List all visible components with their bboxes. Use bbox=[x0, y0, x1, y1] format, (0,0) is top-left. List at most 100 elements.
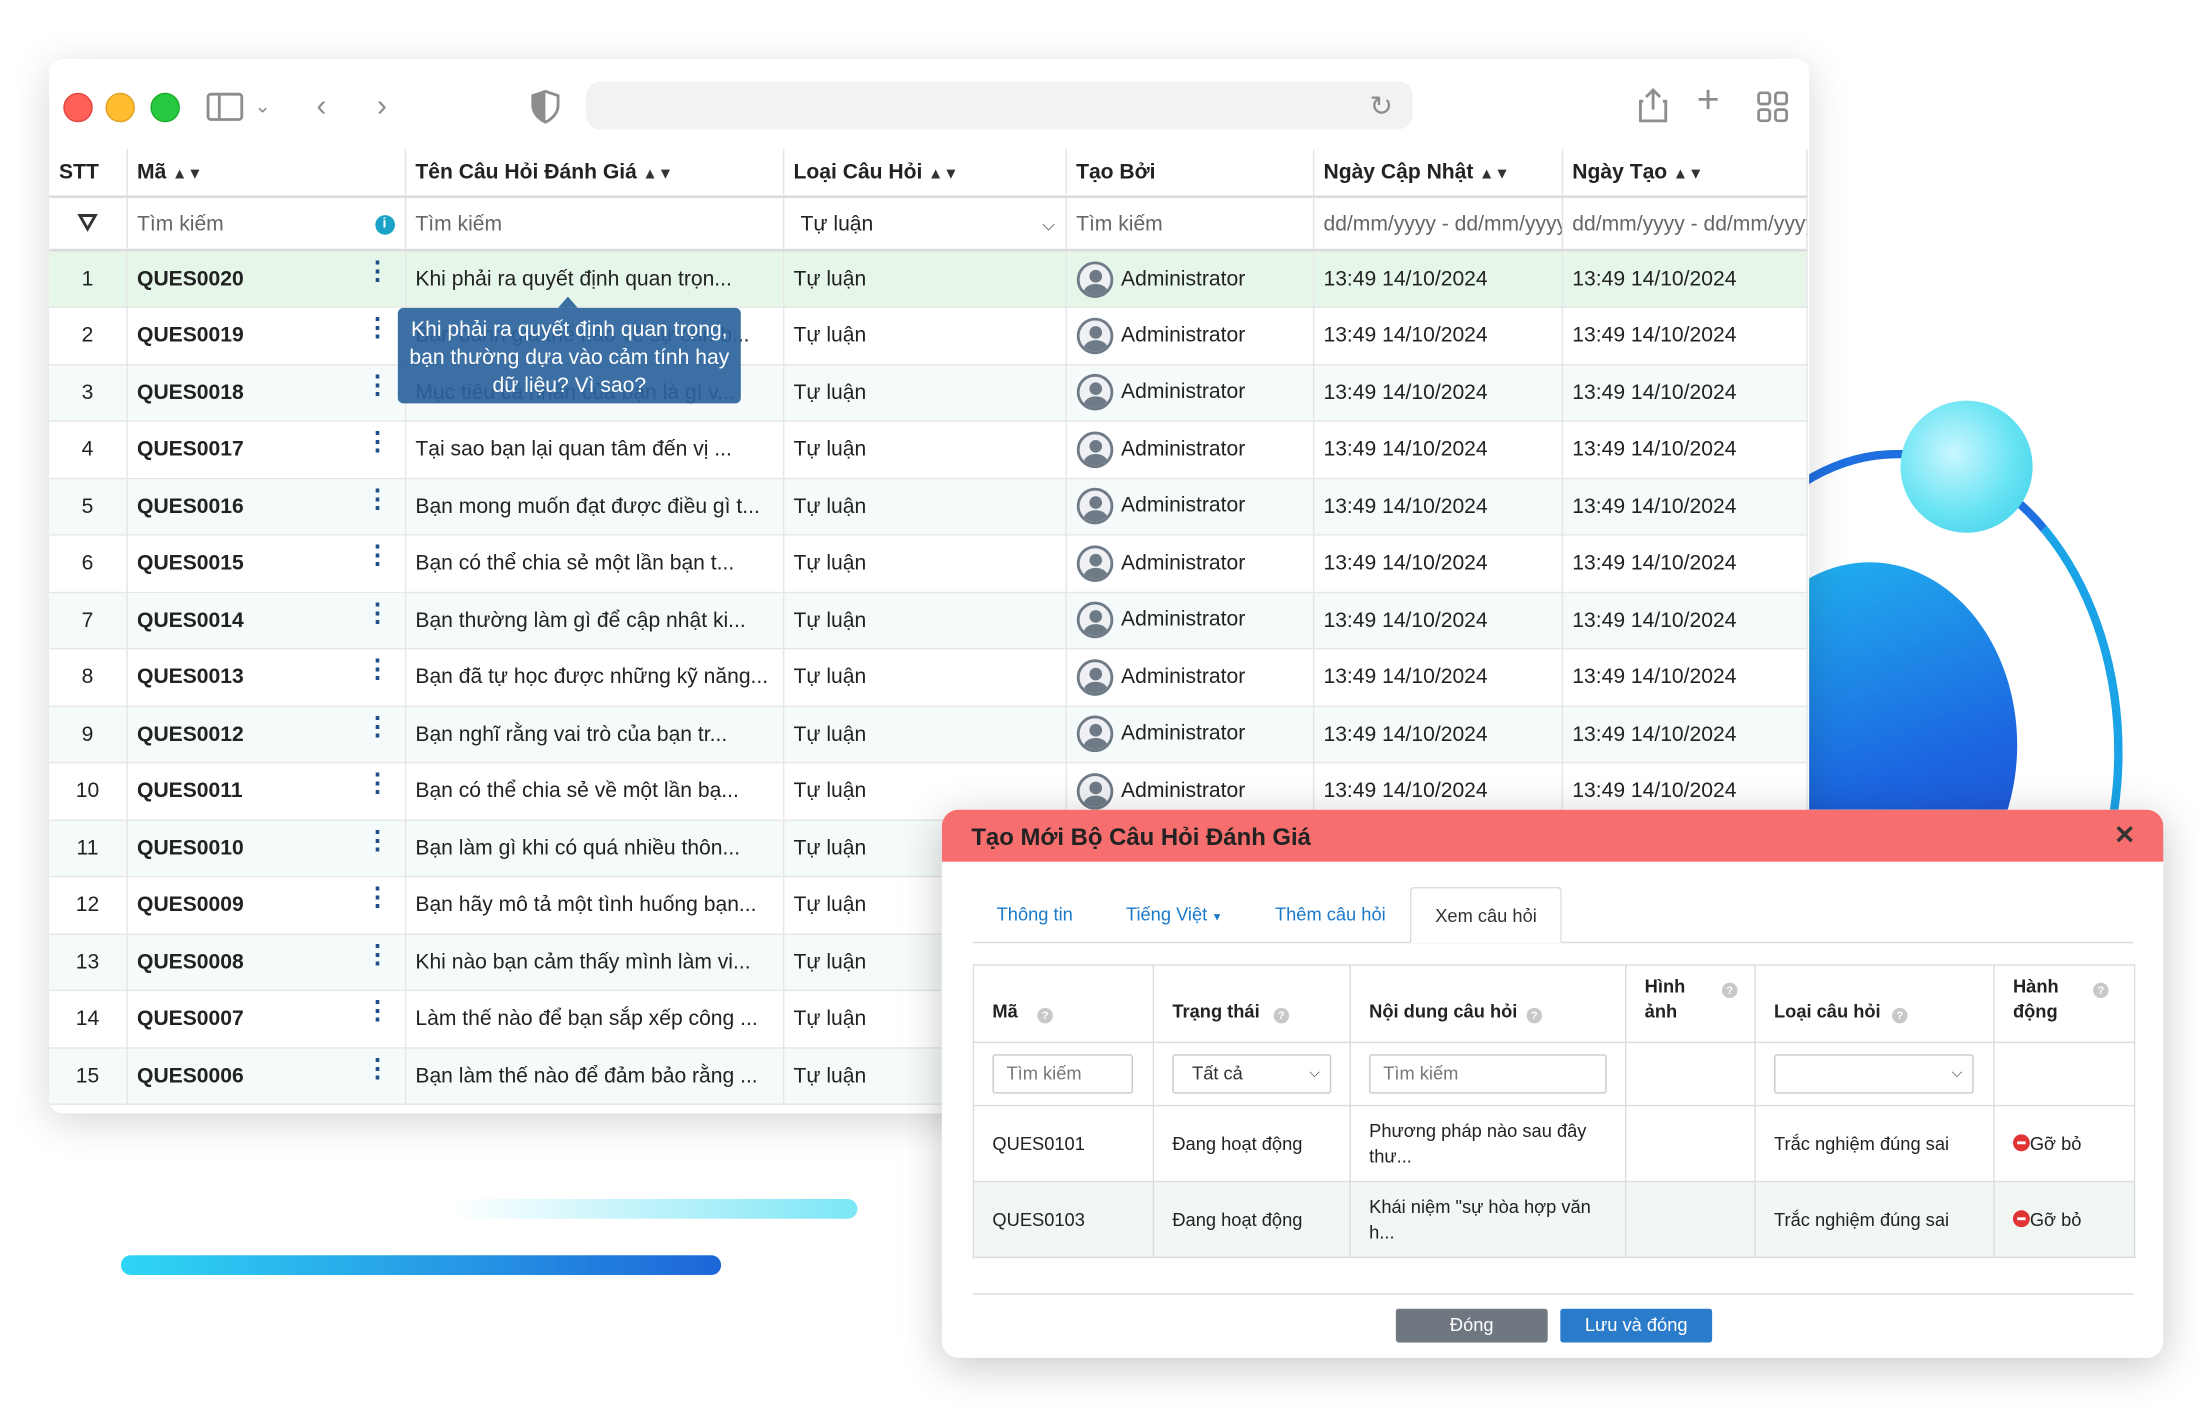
question-code-link[interactable]: QUES0014 ⋮ bbox=[126, 591, 406, 650]
table-row[interactable]: 6 QUES0015 ⋮ Bạn có thể chia sẻ một lần bạn… bbox=[49, 534, 1808, 593]
more-actions-icon[interactable]: ⋮ bbox=[365, 315, 390, 340]
clear-filter-cell[interactable]: ⛛ bbox=[49, 196, 128, 252]
more-actions-icon[interactable]: ⋮ bbox=[365, 543, 390, 568]
question-name[interactable]: Bạn thường làm gì để cập nhật ki... bbox=[404, 591, 784, 650]
column-header-created[interactable]: Ngày Tạo ▲▼ bbox=[1561, 149, 1808, 199]
table-row[interactable]: 7 QUES0014 ⋮ Bạn thường làm gì để cập nhật … bbox=[49, 591, 1808, 650]
more-actions-icon[interactable]: ⋮ bbox=[365, 429, 390, 454]
column-header-code[interactable]: Mã ▲▼ bbox=[126, 149, 406, 199]
sort-icon[interactable]: ▲▼ bbox=[1479, 166, 1510, 183]
question-code-link[interactable]: QUES0018 ⋮ bbox=[126, 364, 406, 422]
remove-button[interactable]: Gỡ bỏ bbox=[2012, 1208, 2081, 1229]
more-actions-icon[interactable]: ⋮ bbox=[365, 770, 390, 795]
tab-info[interactable]: Thông tin bbox=[973, 887, 1097, 943]
question-name[interactable]: Bạn mong muốn đạt được điều gì t... bbox=[404, 477, 784, 536]
question-code-link[interactable]: QUES0010 ⋮ bbox=[126, 819, 406, 878]
question-code-link[interactable]: QUES0013 ⋮ bbox=[126, 648, 406, 707]
close-window-button[interactable] bbox=[63, 92, 93, 123]
help-icon[interactable]: ? bbox=[1721, 982, 1738, 999]
help-icon[interactable]: ? bbox=[1037, 1007, 1053, 1024]
question-name[interactable]: Làm thế nào để bạn sắp xếp công ... bbox=[404, 990, 784, 1048]
question-name[interactable]: Bạn có thể chia sẻ về một lần bạ... bbox=[404, 762, 784, 821]
more-actions-icon[interactable]: ⋮ bbox=[365, 827, 390, 852]
plus-icon[interactable]: + bbox=[1697, 79, 1720, 118]
more-actions-icon[interactable]: ⋮ bbox=[365, 372, 390, 397]
forward-icon[interactable]: › bbox=[377, 87, 387, 124]
question-code-link[interactable]: QUES0019 ⋮ bbox=[126, 307, 406, 365]
status-filter-select[interactable]: Tất cả ⌵ bbox=[1172, 1054, 1332, 1094]
close-button[interactable]: Đóng bbox=[1395, 1308, 1548, 1343]
type-filter-select[interactable]: ⌵ bbox=[1773, 1054, 1974, 1094]
question-code-link[interactable]: QUES0006 ⋮ bbox=[126, 1047, 406, 1105]
question-code-link[interactable]: QUES0017 ⋮ bbox=[126, 421, 406, 479]
question-code-link[interactable]: QUES0008 ⋮ bbox=[126, 933, 406, 992]
remove-button[interactable]: Gỡ bỏ bbox=[2012, 1132, 2081, 1153]
question-code-link[interactable]: QUES0011 ⋮ bbox=[126, 762, 406, 821]
question-name[interactable]: Tại sao bạn lại quan tâm đến vị ... bbox=[404, 421, 784, 479]
question-code-link[interactable]: QUES0009 ⋮ bbox=[126, 876, 406, 935]
table-row[interactable]: 4 QUES0017 ⋮ Tại sao bạn lại quan tâm đến v… bbox=[49, 421, 1808, 479]
tab-add-question[interactable]: Thêm câu hỏi bbox=[1251, 887, 1410, 943]
name-filter-input[interactable]: Tìm kiếm bbox=[404, 196, 784, 252]
help-icon[interactable]: ? bbox=[2093, 982, 2109, 999]
table-row[interactable]: 1 QUES0020 ⋮ Khi phải ra quyết định quan tr… bbox=[49, 250, 1808, 308]
table-row[interactable]: 5 QUES0016 ⋮ Bạn mong muốn đạt được điều gì… bbox=[49, 477, 1808, 536]
sidebar-icon[interactable] bbox=[206, 92, 244, 121]
table-row[interactable]: 3QUES0018⋮Mục tiêu cá nhân của bạn là gì… bbox=[49, 364, 1808, 422]
question-name[interactable]: Khi phải ra quyết định quan trọn... bbox=[404, 250, 784, 308]
more-actions-icon[interactable]: ⋮ bbox=[365, 884, 390, 909]
question-code-link[interactable]: QUES0007 ⋮ bbox=[126, 990, 406, 1048]
question-code-link[interactable]: QUES0020 ⋮ bbox=[126, 250, 406, 308]
help-icon[interactable]: ? bbox=[1526, 1007, 1543, 1024]
question-name[interactable]: Bạn làm thế nào để đảm bảo rằng ... bbox=[404, 1047, 784, 1105]
reload-icon[interactable]: ↻ bbox=[1369, 89, 1393, 124]
more-actions-icon[interactable]: ⋮ bbox=[365, 656, 390, 681]
column-header-name[interactable]: Tên Câu Hỏi Đánh Giá ▲▼ bbox=[404, 149, 784, 199]
more-actions-icon[interactable]: ⋮ bbox=[365, 998, 390, 1023]
more-actions-icon[interactable]: ⋮ bbox=[365, 486, 390, 511]
back-icon[interactable]: ‹ bbox=[316, 87, 326, 124]
more-actions-icon[interactable]: ⋮ bbox=[365, 941, 390, 966]
sort-icon[interactable]: ▲▼ bbox=[642, 166, 673, 183]
close-icon[interactable]: ✕ bbox=[2114, 821, 2135, 851]
clear-filter-icon[interactable]: ⛛ bbox=[77, 209, 97, 237]
question-code-link[interactable]: QUES0015 ⋮ bbox=[126, 534, 406, 593]
question-name[interactable]: Bạn có thể chia sẻ một lần bạn t... bbox=[404, 534, 784, 593]
share-icon[interactable] bbox=[1638, 87, 1669, 132]
content-filter-input[interactable]: Tìm kiếm bbox=[1369, 1054, 1607, 1094]
tab-language[interactable]: Tiếng Việt ▼ bbox=[1102, 887, 1246, 943]
question-name[interactable]: Bạn đã tự học được những kỹ năng... bbox=[404, 648, 784, 707]
tab-view-questions[interactable]: Xem câu hỏi bbox=[1409, 886, 1563, 944]
maximize-window-button[interactable] bbox=[150, 92, 180, 123]
chevron-down-icon[interactable]: ⌄ bbox=[254, 87, 270, 124]
info-icon[interactable]: i bbox=[374, 214, 395, 235]
question-name[interactable]: Khi nào bạn cảm thấy mình làm vi... bbox=[404, 933, 784, 992]
more-actions-icon[interactable]: ⋮ bbox=[365, 259, 390, 284]
minimize-window-button[interactable] bbox=[105, 92, 135, 123]
creator-filter-input[interactable]: Tìm kiếm bbox=[1065, 196, 1314, 252]
column-header-updated[interactable]: Ngày Cập Nhật ▲▼ bbox=[1312, 149, 1563, 199]
sort-icon[interactable]: ▲▼ bbox=[1673, 166, 1704, 183]
created-filter-input[interactable]: dd/mm/yyyy - dd/mm/yyyy bbox=[1561, 196, 1808, 252]
question-code-link[interactable]: QUES0012 ⋮ bbox=[126, 705, 406, 764]
question-name[interactable]: Bạn hãy mô tả một tình huống bạn... bbox=[404, 876, 784, 935]
more-actions-icon[interactable]: ⋮ bbox=[365, 713, 390, 738]
column-header-type[interactable]: Loại Câu Hỏi ▲▼ bbox=[782, 149, 1067, 199]
question-name[interactable]: Bạn làm gì khi có quá nhiều thôn... bbox=[404, 819, 784, 878]
table-row[interactable]: 8 QUES0013 ⋮ Bạn đã tự học được những kỹ nă… bbox=[49, 648, 1808, 707]
help-icon[interactable]: ? bbox=[1273, 1007, 1290, 1024]
tab-overview-icon[interactable] bbox=[1757, 91, 1789, 123]
table-row[interactable]: 2QUES0019⋮Bạn đánh giá thế nào về sự cân… bbox=[49, 307, 1808, 365]
more-actions-icon[interactable]: ⋮ bbox=[365, 1055, 390, 1080]
code-filter-input[interactable]: Tìm kiếm bbox=[992, 1054, 1133, 1094]
help-icon[interactable]: ? bbox=[1892, 1007, 1908, 1024]
address-bar[interactable]: ↻ bbox=[586, 81, 1413, 130]
more-actions-icon[interactable]: ⋮ bbox=[365, 600, 390, 625]
shield-icon[interactable] bbox=[530, 89, 561, 124]
sort-icon[interactable]: ▲▼ bbox=[172, 166, 203, 183]
question-name[interactable]: Bạn nghĩ rằng vai trò của bạn tr... bbox=[404, 705, 784, 764]
save-and-close-button[interactable]: Lưu và đóng bbox=[1560, 1308, 1713, 1343]
table-row[interactable]: 9 QUES0012 ⋮ Bạn nghĩ rằng vai trò của bạn … bbox=[49, 705, 1808, 764]
code-filter-input[interactable]: Tìm kiếm i bbox=[126, 196, 406, 252]
updated-filter-input[interactable]: dd/mm/yyyy - dd/mm/yyyy bbox=[1312, 196, 1563, 252]
